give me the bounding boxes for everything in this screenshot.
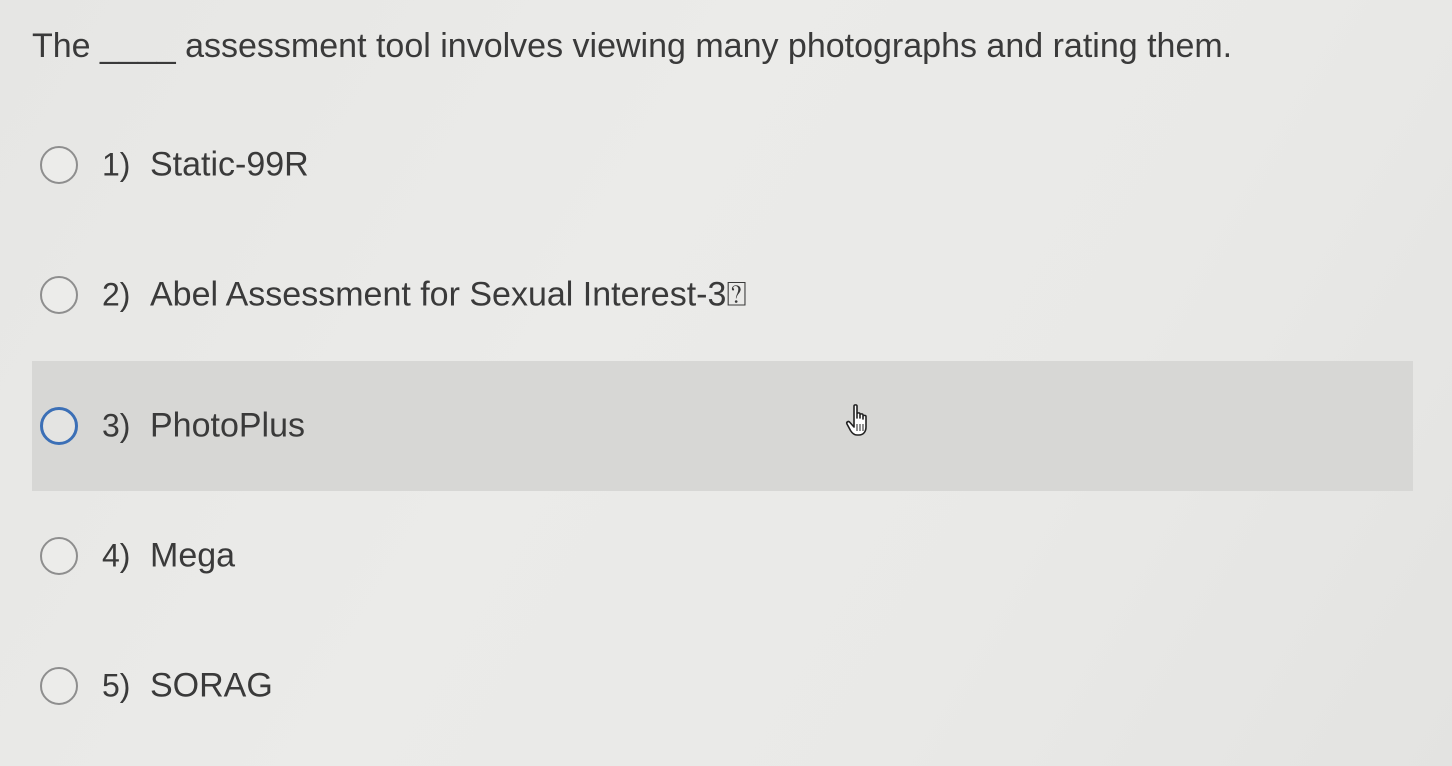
option-3-number: 3)	[102, 407, 131, 444]
option-1-number: 1)	[102, 146, 131, 183]
option-2-number: 2)	[102, 276, 131, 313]
option-4-number: 4)	[102, 537, 131, 574]
question-text: The ____ assessment tool involves viewin…	[32, 27, 1233, 65]
radio-button-3[interactable]	[40, 407, 78, 445]
option-3-label: PhotoPlus	[150, 406, 305, 445]
option-4[interactable]: 4) Mega	[32, 491, 1413, 621]
hand-pointer-icon	[845, 404, 867, 436]
option-2-label: Abel Assessment for Sexual Interest-3⍰	[150, 275, 747, 314]
option-3[interactable]: 3) PhotoPlus	[32, 361, 1413, 491]
option-5[interactable]: 5) SORAG	[32, 621, 1413, 751]
radio-button-1[interactable]	[40, 146, 78, 184]
option-5-number: 5)	[102, 667, 131, 704]
radio-button-5[interactable]	[40, 667, 78, 705]
radio-button-4[interactable]	[40, 537, 78, 575]
radio-button-2[interactable]	[40, 276, 78, 314]
option-5-label: SORAG	[150, 666, 273, 705]
option-4-label: Mega	[150, 536, 236, 575]
option-1-label: Static-99R	[150, 145, 309, 184]
option-1[interactable]: 1) Static-99R	[32, 100, 1413, 230]
option-2[interactable]: 2) Abel Assessment for Sexual Interest-3…	[32, 230, 1413, 360]
